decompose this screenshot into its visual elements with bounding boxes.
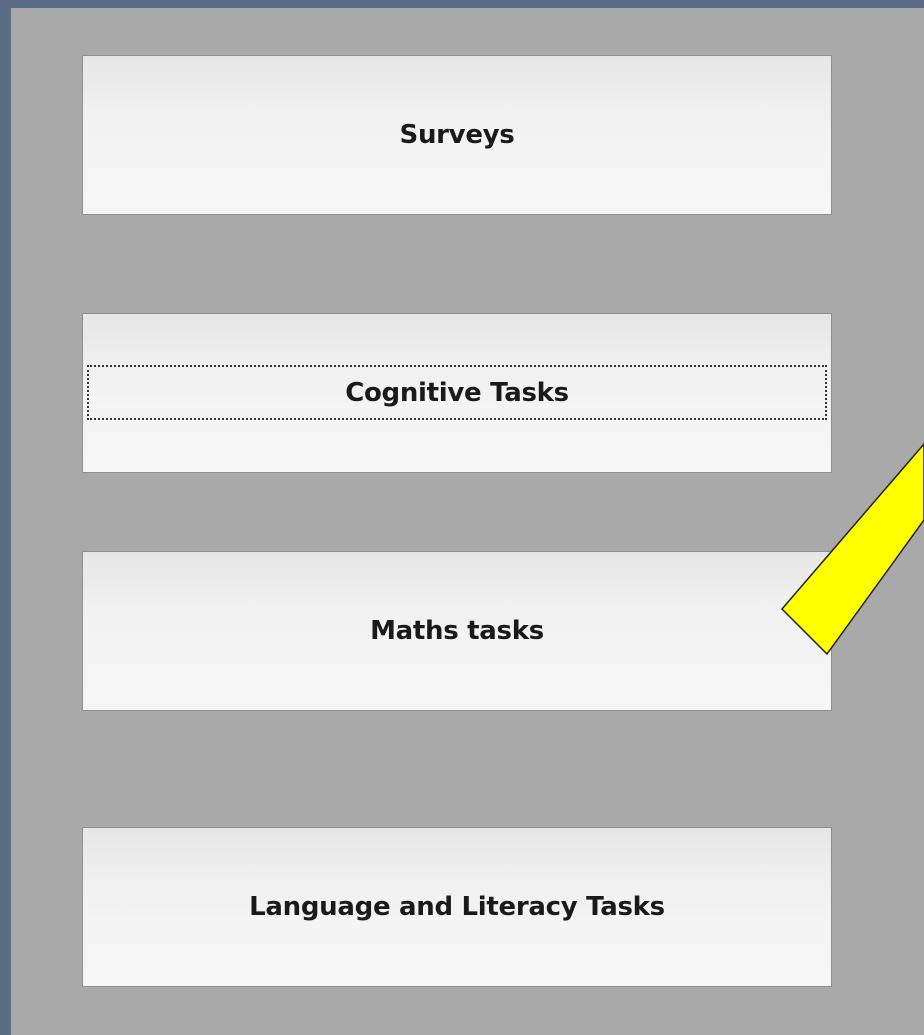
language-and-literacy-tasks-button-label: Language and Literacy Tasks <box>249 892 665 922</box>
maths-tasks-button-label: Maths tasks <box>370 616 544 646</box>
language-and-literacy-tasks-button[interactable]: Language and Literacy Tasks <box>82 827 832 987</box>
surveys-button-label: Surveys <box>399 120 515 150</box>
window-frame-left <box>0 0 11 1035</box>
cognitive-tasks-button[interactable]: Cognitive Tasks <box>82 313 832 473</box>
window-frame-top <box>0 0 924 8</box>
cognitive-tasks-button-label: Cognitive Tasks <box>345 378 569 408</box>
surveys-button[interactable]: Surveys <box>82 55 832 215</box>
maths-tasks-button[interactable]: Maths tasks <box>82 551 832 711</box>
